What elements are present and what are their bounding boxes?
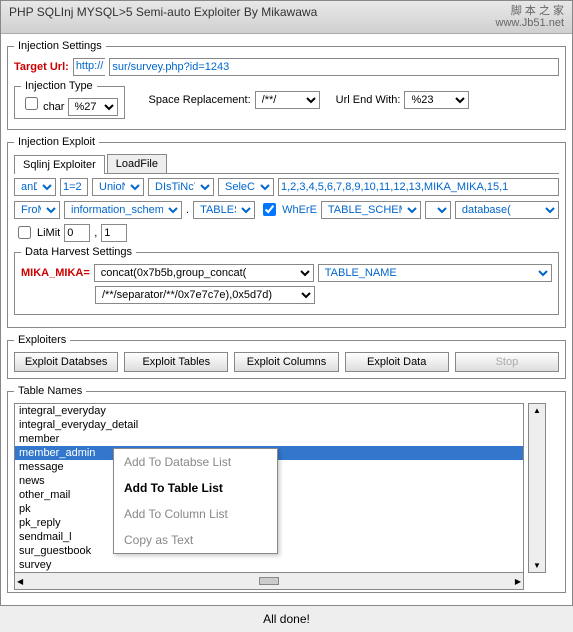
tablenames-group: Table Names integral_everydayintegral_ev…	[7, 385, 566, 593]
type-row: Injection Type char %27 Space Replacemen…	[14, 80, 559, 119]
status-bar: All done!	[1, 605, 572, 632]
scroll-up-icon[interactable]: ▲	[531, 404, 543, 417]
vertical-scrollbar[interactable]: ▲ ▼	[528, 403, 546, 573]
limit-checkbox[interactable]	[18, 226, 31, 239]
tablenames-legend: Table Names	[14, 385, 86, 397]
injection-type-legend: Injection Type	[21, 80, 97, 92]
tname-select[interactable]: TABLE_NAME	[318, 264, 552, 282]
target-row: Target Url: http://	[14, 58, 559, 76]
list-item[interactable]: survey	[15, 558, 523, 572]
watermark: 脚 本 之 家 www.Jb51.net	[496, 5, 564, 29]
tables-select[interactable]: TABLES	[193, 201, 255, 219]
exploit-tabs: Sqlinj Exploiter LoadFile	[14, 154, 559, 174]
char-label: char	[43, 101, 64, 113]
horizontal-scrollbar[interactable]: ◀ ▶	[14, 572, 524, 590]
target-url-label: Target Url:	[14, 61, 69, 73]
space-select[interactable]: /**/	[255, 91, 320, 109]
where-label: WhErE	[282, 204, 317, 216]
select-select[interactable]: SeleCT	[218, 178, 274, 196]
where-checkbox[interactable]	[263, 203, 276, 216]
harvest-row-1: MIKA_MIKA= concat(0x7b5b,group_concat( T…	[21, 264, 552, 282]
sql-row-2: FroM information_schema . TABLES WhErE T…	[14, 200, 559, 219]
stop-button[interactable]: Stop	[455, 352, 559, 372]
main-window: PHP SQLInj MYSQL>5 Semi-auto Exploiter B…	[0, 0, 573, 606]
limit-b-input[interactable]	[101, 224, 127, 242]
from-select[interactable]: FroM	[14, 201, 60, 219]
mika-label: MIKA_MIKA=	[21, 267, 90, 279]
target-url-input[interactable]	[109, 58, 559, 76]
injection-settings-legend: Injection Settings	[14, 40, 106, 52]
exploit-databases-button[interactable]: Exploit Databses	[14, 352, 118, 372]
window-title: PHP SQLInj MYSQL>5 Semi-auto Exploiter B…	[9, 5, 317, 29]
exploit-data-button[interactable]: Exploit Data	[345, 352, 449, 372]
ctx-add-database[interactable]: Add To Databse List	[114, 449, 277, 475]
list-wrap: integral_everydayintegral_everyday_detai…	[14, 403, 559, 573]
end-select[interactable]: %23	[404, 91, 469, 109]
sql-row-3: LiMit ,	[14, 223, 559, 242]
scroll-right-icon[interactable]: ▶	[513, 575, 523, 588]
comma-label: ,	[94, 227, 97, 239]
cols-input[interactable]	[278, 178, 559, 196]
sep-select[interactable]: /**/separator/**/0x7e7c7e),0x5d7d)	[95, 286, 315, 304]
ctx-add-column[interactable]: Add To Column List	[114, 501, 277, 527]
exploiters-row: Exploit Databses Exploit Tables Exploit …	[14, 352, 559, 372]
watermark-line1: 脚 本 之 家	[496, 5, 564, 17]
injection-settings-group: Injection Settings Target Url: http:// I…	[7, 40, 566, 130]
space-label: Space Replacement:	[149, 94, 251, 106]
cond-input[interactable]	[60, 178, 88, 196]
limit-a-input[interactable]	[64, 224, 90, 242]
limit-label: LiMit	[37, 227, 60, 239]
sql-row-1: anD UnioN DIsTiNcT SeleCT	[14, 178, 559, 196]
harvest-group: Data Harvest Settings MIKA_MIKA= concat(…	[14, 246, 559, 315]
injection-type-group: Injection Type char %27	[14, 80, 125, 119]
tab-loadfile[interactable]: LoadFile	[107, 154, 167, 173]
harvest-row-2: /**/separator/**/0x7e7c7e),0x5d7d)	[21, 286, 552, 304]
list-item[interactable]: integral_everyday_detail	[15, 418, 523, 432]
exploiters-group: Exploiters Exploit Databses Exploit Tabl…	[7, 334, 566, 379]
char-select[interactable]: %27	[68, 98, 118, 116]
watermark-line2: www.Jb51.net	[496, 17, 564, 29]
injection-exploit-legend: Injection Exploit	[14, 136, 99, 148]
injection-exploit-group: Injection Exploit Sqlinj Exploiter LoadF…	[7, 136, 566, 328]
tab-sqlinj[interactable]: Sqlinj Exploiter	[14, 155, 105, 174]
char-checkbox[interactable]	[25, 97, 38, 110]
end-label: Url End With:	[336, 94, 401, 106]
eq-select[interactable]: =	[425, 201, 451, 219]
context-menu: Add To Databse List Add To Table List Ad…	[113, 448, 278, 554]
tblschema-select[interactable]: TABLE_SCHEMA	[321, 201, 421, 219]
exploit-tables-button[interactable]: Exploit Tables	[124, 352, 228, 372]
concat-select[interactable]: concat(0x7b5b,group_concat(	[94, 264, 314, 282]
ctx-copy-text[interactable]: Copy as Text	[114, 527, 277, 553]
ctx-add-table[interactable]: Add To Table List	[114, 475, 277, 501]
schema-select[interactable]: information_schema	[64, 201, 182, 219]
harvest-legend: Data Harvest Settings	[21, 246, 136, 258]
exploiters-legend: Exploiters	[14, 334, 70, 346]
dot-label: .	[186, 204, 189, 216]
target-url-prefix: http://	[73, 58, 106, 76]
scroll-thumb[interactable]	[259, 577, 279, 585]
union-select[interactable]: UnioN	[92, 178, 144, 196]
db-select[interactable]: database(	[455, 201, 559, 219]
and-select[interactable]: anD	[14, 178, 56, 196]
list-item[interactable]: member	[15, 432, 523, 446]
distinct-select[interactable]: DIsTiNcT	[148, 178, 214, 196]
list-item[interactable]: integral_everyday	[15, 404, 523, 418]
window-body: Injection Settings Target Url: http:// I…	[1, 34, 572, 605]
scroll-left-icon[interactable]: ◀	[15, 575, 25, 588]
list-item[interactable]: survey_detail	[15, 572, 523, 573]
exploit-columns-button[interactable]: Exploit Columns	[234, 352, 338, 372]
titlebar[interactable]: PHP SQLInj MYSQL>5 Semi-auto Exploiter B…	[1, 1, 572, 34]
scroll-down-icon[interactable]: ▼	[531, 559, 543, 572]
